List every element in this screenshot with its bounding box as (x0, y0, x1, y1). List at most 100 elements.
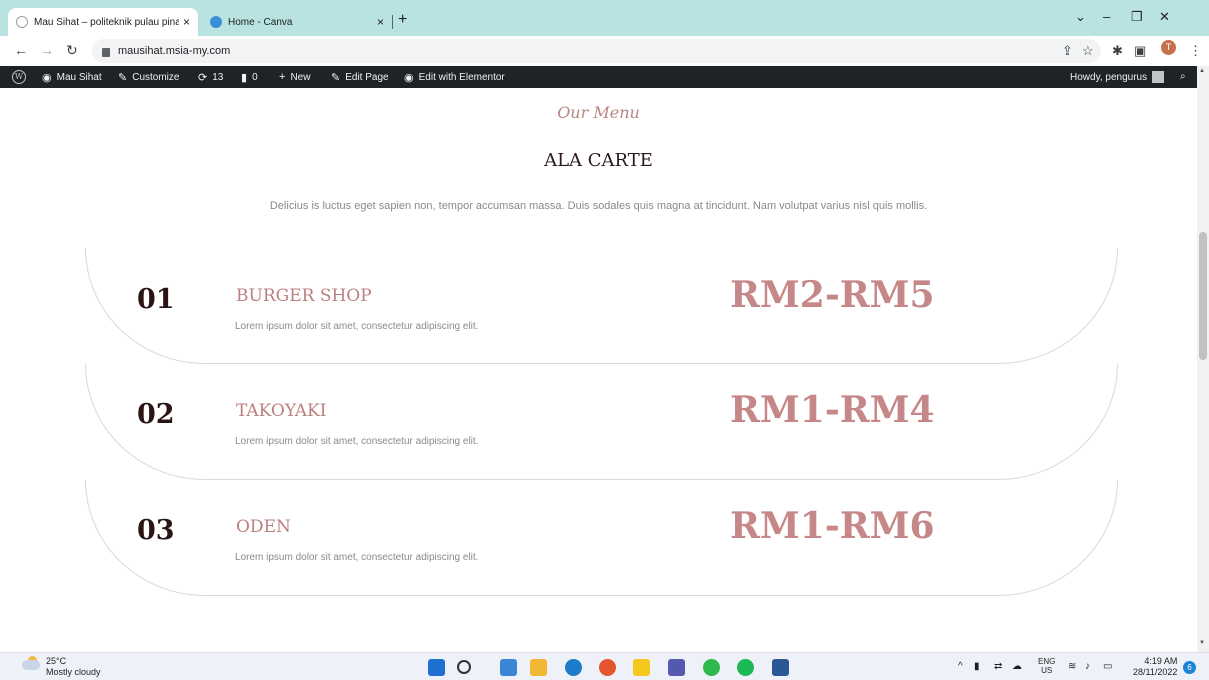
page-content: Our Menu ALA CARTE Delicius is luctus eg… (0, 88, 1197, 652)
elementor-icon: ◉ (404, 72, 414, 84)
wordpress-logo-icon[interactable]: W (12, 70, 26, 84)
menu-item-name: ODEN (236, 517, 291, 537)
cloud-sync-icon[interactable]: ☁ (1012, 661, 1022, 672)
url-text: mausihat.msia-my.com (118, 45, 231, 57)
menu-item-description: Lorem ipsum dolor sit amet, consectetur … (235, 552, 479, 563)
wechat-icon[interactable] (703, 659, 720, 676)
menu-item-price: RM1-RM4 (730, 389, 935, 431)
edit-elementor-label: Edit with Elementor (418, 72, 505, 83)
forward-icon[interactable]: → (40, 42, 54, 58)
taskbar: 25°C Mostly cloudy ^ ▮ ⇄ ☁ ENG US ≋ ♪ ▭ … (0, 652, 1209, 680)
intro-text: Delicius is luctus eget sapien non, temp… (269, 200, 928, 212)
dashboard-icon: ◉ (42, 72, 52, 84)
restore-icon[interactable]: ❐ (1131, 9, 1143, 25)
menu-item-name: TAKOYAKI (236, 401, 327, 421)
new-label: New (290, 71, 311, 83)
volume-icon[interactable]: ♪ (1085, 661, 1090, 672)
battery-icon[interactable]: ▭ (1103, 661, 1112, 672)
tab-title: Mau Sihat – politeknik pulau pina (34, 16, 179, 28)
menu-item-card (85, 248, 1118, 364)
language-indicator[interactable]: ENG US (1038, 657, 1055, 675)
menu-icon[interactable]: ⋮ (1189, 43, 1202, 59)
menu-item-number: 01 (137, 284, 175, 315)
windows-start-icon[interactable] (428, 659, 445, 676)
user-avatar (1152, 71, 1165, 83)
share-icon[interactable]: ⇪ (1062, 43, 1073, 59)
brush-icon: ✎ (118, 72, 128, 84)
section-title: ALA CARTE (544, 150, 653, 171)
search-icon[interactable] (457, 660, 471, 674)
scrollbar-thumb[interactable] (1199, 232, 1207, 360)
region-code: US (1041, 666, 1053, 675)
tab-search-icon[interactable]: ⌄ (1075, 9, 1086, 25)
menu-item-number: 03 (137, 515, 175, 546)
menu-item-card (85, 480, 1118, 596)
system-clock[interactable]: 4:19 AM 28/11/2022 (1133, 656, 1177, 678)
chrome-icon[interactable] (599, 659, 616, 676)
new-tab-button[interactable]: + (398, 11, 407, 29)
admin-site-name[interactable]: ◉ Mau Sihat (42, 71, 102, 84)
language-code: ENG (1038, 657, 1056, 666)
address-bar[interactable]: mausihat.msia-my.com (92, 39, 1101, 63)
weather-description[interactable]: Mostly cloudy (46, 667, 101, 677)
weather-temperature[interactable]: 25°C (46, 656, 66, 666)
edit-page-label: Edit Page (345, 72, 389, 83)
menu-item-description: Lorem ipsum dolor sit amet, consectetur … (235, 321, 479, 332)
meet-icon[interactable]: ▮ (974, 661, 980, 672)
admin-search-icon[interactable]: ⌕ (1180, 71, 1186, 82)
window-close-icon[interactable]: ✕ (1159, 9, 1170, 25)
minimize-icon[interactable]: – (1103, 9, 1110, 24)
clock-time: 4:19 AM (1144, 656, 1178, 666)
admin-new[interactable]: + New (279, 71, 310, 83)
updates-icon: ⟳ (198, 72, 208, 84)
comments-count: 0 (252, 72, 258, 83)
wifi-icon[interactable]: ≋ (1068, 661, 1076, 672)
comment-icon: ▮ (241, 72, 248, 84)
bookmark-star-icon[interactable]: ☆ (1082, 43, 1094, 59)
admin-updates[interactable]: ⟳ 13 (198, 71, 223, 84)
side-panel-icon[interactable]: ▣ (1134, 43, 1146, 59)
customize-label: Customize (132, 72, 180, 83)
notification-badge[interactable]: 6 (1183, 661, 1196, 674)
calendar-widget-icon[interactable] (500, 659, 517, 676)
menu-item-name: BURGER SHOP (236, 286, 372, 306)
sticky-notes-icon[interactable] (633, 659, 650, 676)
tab-separator (392, 15, 393, 29)
profile-avatar[interactable]: T (1161, 40, 1176, 55)
greeting-label: Howdy, pengurus (1070, 71, 1148, 83)
pencil-icon: ✎ (331, 72, 341, 84)
lock-icon (102, 47, 110, 57)
extensions-icon[interactable]: ✱ (1112, 43, 1123, 59)
tab-title: Home - Canva (228, 16, 293, 28)
scroll-up-icon[interactable]: ▲ (1199, 68, 1205, 74)
menu-item-description: Lorem ipsum dolor sit amet, consectetur … (235, 436, 479, 447)
network-activity-icon[interactable]: ⇄ (994, 661, 1002, 672)
menu-item-number: 02 (137, 399, 175, 430)
edge-icon[interactable] (565, 659, 582, 676)
scroll-down-icon[interactable]: ▼ (1199, 640, 1205, 646)
weather-cloud-icon[interactable] (22, 660, 40, 670)
loading-icon (16, 16, 28, 28)
word-icon[interactable] (772, 659, 789, 676)
canva-icon (210, 16, 222, 28)
clock-date: 28/11/2022 (1133, 667, 1178, 677)
reload-icon[interactable]: ↻ (66, 42, 78, 59)
tab-mau-sihat[interactable]: Mau Sihat – politeknik pulau pina × (8, 8, 198, 36)
admin-customize[interactable]: ✎ Customize (118, 71, 179, 84)
back-icon[interactable]: ← (14, 42, 28, 58)
show-hidden-icons-icon[interactable]: ^ (958, 661, 963, 672)
spotify-icon[interactable] (737, 659, 754, 676)
menu-script-title: Our Menu (557, 103, 640, 122)
admin-edit-elementor[interactable]: ◉ Edit with Elementor (404, 71, 505, 84)
admin-comments[interactable]: ▮ 0 (241, 71, 258, 84)
close-tab-icon[interactable]: × (377, 15, 384, 29)
browser-toolbar: ← → ↻ mausihat.msia-my.com ⇪ ☆ ✱ ▣ ⋮ (0, 36, 1209, 66)
file-explorer-icon[interactable] (530, 659, 547, 676)
teams-icon[interactable] (668, 659, 685, 676)
tab-canva[interactable]: Home - Canva × (202, 8, 392, 36)
plus-icon: + (279, 71, 286, 83)
admin-edit-page[interactable]: ✎ Edit Page (331, 71, 389, 84)
admin-account[interactable]: Howdy, pengurus (1070, 71, 1165, 83)
menu-item-price: RM2-RM5 (730, 274, 935, 316)
close-tab-icon[interactable]: × (183, 15, 190, 29)
